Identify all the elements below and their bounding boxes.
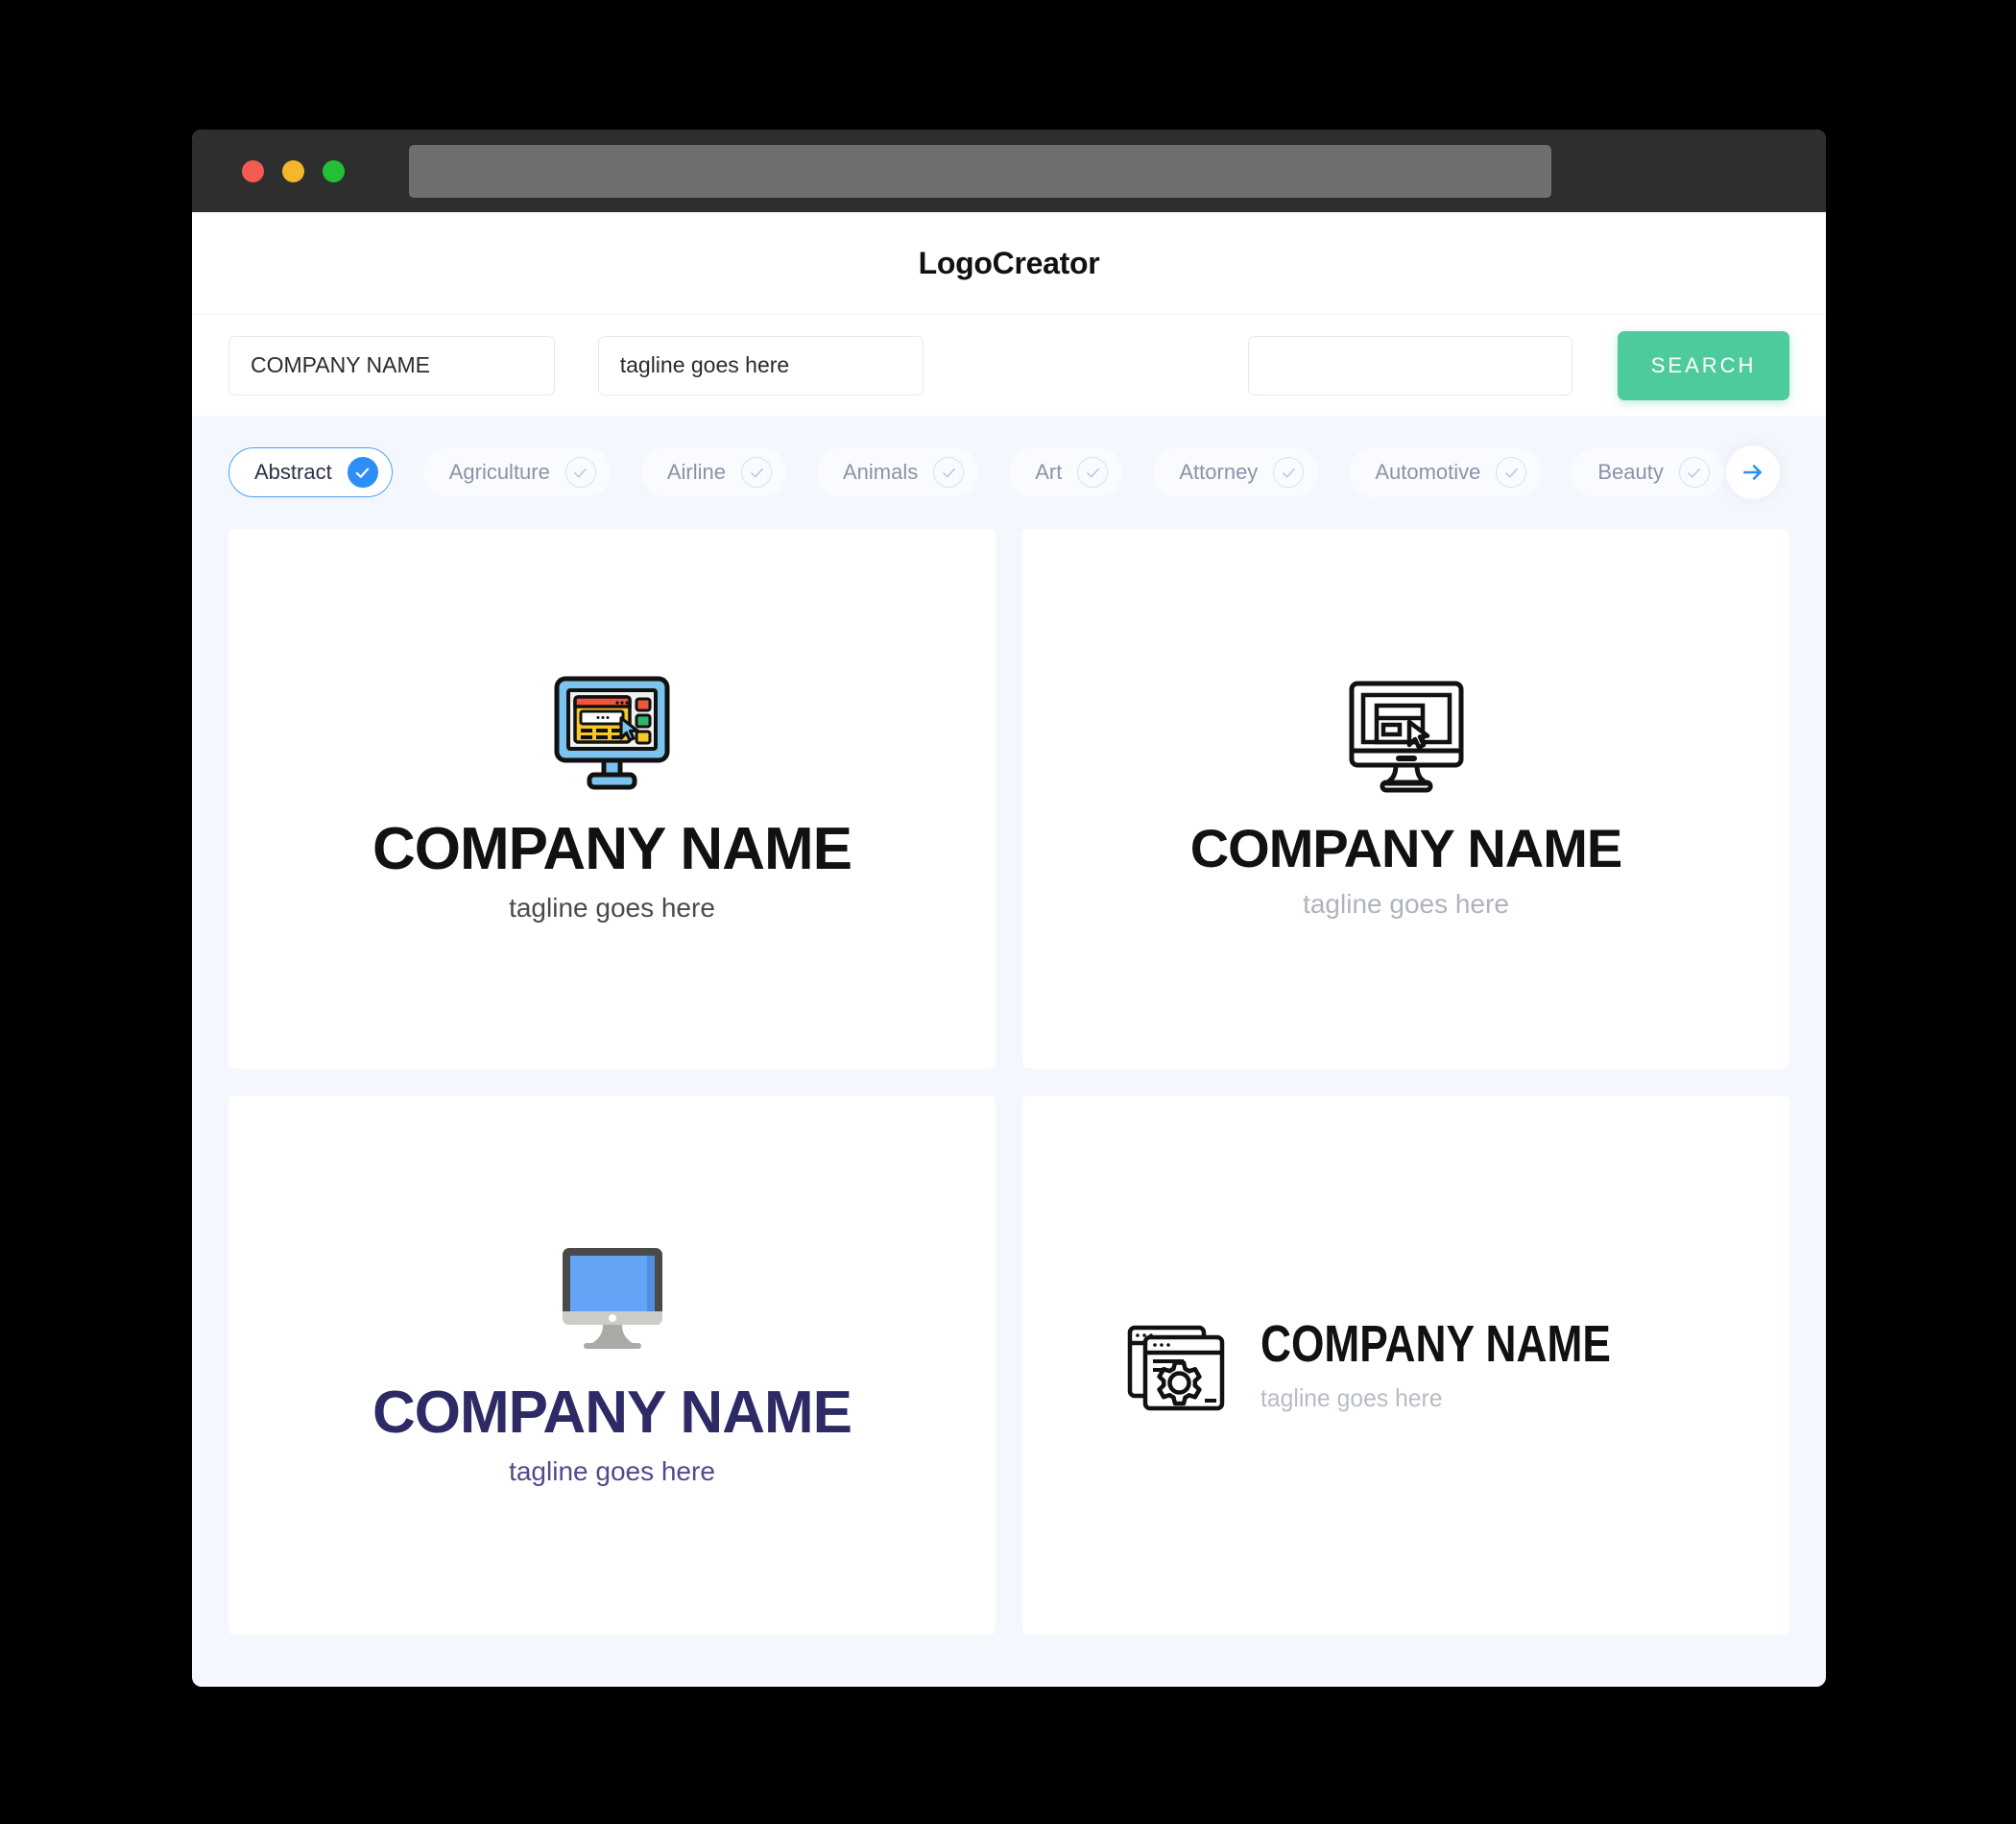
category-pill-automotive[interactable]: Automotive	[1349, 447, 1542, 497]
tagline-input[interactable]: tagline goes here	[597, 335, 924, 396]
logo-text-block: COMPANY NAME tagline goes here	[372, 1379, 852, 1487]
category-pill-label: Abstract	[254, 460, 332, 484]
category-filter-bar: Abstract Agriculture Airline Animals Art	[192, 416, 1826, 529]
category-pill-agriculture[interactable]: Agriculture	[422, 447, 611, 497]
logo-card[interactable]: COMPANY NAME tagline goes here	[228, 1095, 996, 1635]
logo-card[interactable]: COMPANY NAME tagline goes here	[228, 529, 996, 1068]
category-pill-label: Art	[1035, 460, 1063, 484]
color-monitor-browser-cursor-icon	[552, 675, 672, 797]
category-pill-attorney[interactable]: Attorney	[1153, 447, 1319, 497]
browser-windows-gear-icon	[1124, 1311, 1228, 1420]
logo-card[interactable]: COMPANY NAME tagline goes here	[1022, 529, 1789, 1068]
search-toolbar: COMPANY NAME tagline goes here SEARCH	[192, 314, 1826, 416]
logo-company-name: COMPANY NAME	[1189, 817, 1623, 878]
category-pill-label: Agriculture	[448, 460, 550, 484]
maximize-button[interactable]	[323, 159, 345, 182]
check-icon	[933, 457, 965, 488]
logo-text-block: COMPANY NAME tagline goes here	[372, 815, 852, 924]
browser-window: LogoCreator COMPANY NAME tagline goes he…	[192, 130, 1826, 1687]
traffic-lights	[242, 159, 345, 182]
page-title: LogoCreator	[918, 245, 1100, 280]
category-pill-label: Automotive	[1375, 460, 1481, 484]
app-header: LogoCreator	[192, 212, 1826, 314]
outline-monitor-window-cursor-icon	[1346, 679, 1467, 799]
check-icon	[741, 457, 772, 488]
browser-title-bar	[192, 130, 1826, 212]
search-button[interactable]: SEARCH	[1618, 330, 1789, 400]
category-pill-label: Attorney	[1179, 460, 1259, 484]
logo-card[interactable]: COMPANY NAME tagline goes here	[1022, 1095, 1789, 1635]
category-pill-animals[interactable]: Animals	[817, 447, 979, 497]
logo-company-name: COMPANY NAME	[1260, 1314, 1611, 1373]
arrow-right-icon[interactable]	[1726, 445, 1780, 499]
category-pill-art[interactable]: Art	[1009, 447, 1123, 497]
check-icon	[1496, 457, 1527, 488]
logo-company-name: COMPANY NAME	[372, 815, 852, 882]
logo-company-name: COMPANY NAME	[372, 1379, 852, 1446]
logo-tagline: tagline goes here	[1260, 1382, 1443, 1412]
check-icon	[1077, 457, 1109, 488]
url-bar[interactable]	[409, 144, 1551, 198]
category-pill-label: Airline	[666, 460, 726, 484]
category-pill-label: Animals	[843, 460, 919, 484]
minimize-button[interactable]	[282, 159, 304, 182]
logo-results-grid: COMPANY NAME tagline goes here COMPANY N…	[192, 529, 1826, 1671]
company-name-input[interactable]: COMPANY NAME	[228, 335, 555, 396]
keyword-input[interactable]	[1248, 335, 1573, 396]
logo-text-block: COMPANY NAME tagline goes here	[1189, 817, 1623, 920]
category-pill-airline[interactable]: Airline	[640, 447, 786, 497]
logo-tagline: tagline goes here	[509, 1455, 715, 1486]
check-icon	[564, 457, 596, 488]
check-icon	[1678, 457, 1710, 488]
close-button[interactable]	[242, 159, 264, 182]
flat-imac-monitor-icon	[551, 1244, 674, 1360]
logo-tagline: tagline goes here	[509, 892, 715, 923]
category-pill-beauty[interactable]: Beauty	[1572, 447, 1724, 497]
logo-text-block: COMPANY NAME tagline goes here	[1260, 1318, 1688, 1413]
check-icon	[347, 457, 378, 488]
category-pill-abstract[interactable]: Abstract	[228, 447, 393, 497]
check-icon	[1273, 457, 1305, 488]
category-pill-label: Beauty	[1597, 460, 1664, 484]
logo-tagline: tagline goes here	[1303, 888, 1509, 919]
